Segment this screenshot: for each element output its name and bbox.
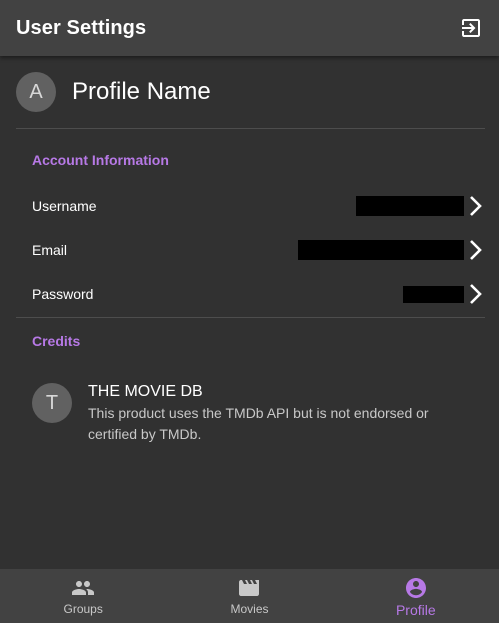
section-divider bbox=[16, 317, 485, 318]
logout-button[interactable] bbox=[451, 8, 491, 48]
credits-header: Credits bbox=[32, 333, 81, 349]
movie-clapper-icon bbox=[239, 580, 260, 596]
nav-item-movies[interactable]: Movies bbox=[166, 569, 332, 623]
profile-header: A Profile Name bbox=[16, 56, 485, 129]
account-information-header: Account Information bbox=[32, 152, 169, 168]
nav-item-profile[interactable]: Profile bbox=[333, 569, 499, 623]
password-row[interactable]: Password bbox=[16, 272, 485, 316]
chevron-right-icon bbox=[465, 238, 485, 262]
app-bar: User Settings bbox=[0, 0, 499, 56]
username-label: Username bbox=[32, 198, 97, 214]
chevron-right-icon bbox=[465, 194, 485, 218]
credit-avatar: T bbox=[32, 383, 72, 423]
nav-item-groups[interactable]: Groups bbox=[0, 569, 166, 623]
bottom-navigation: Groups Movies Profile bbox=[0, 569, 499, 623]
account-circle-icon bbox=[405, 578, 426, 598]
credit-description: This product uses the TMDb API but is no… bbox=[88, 405, 429, 442]
credit-title: THE MOVIE DB bbox=[88, 383, 203, 400]
email-label: Email bbox=[32, 242, 68, 258]
password-label: Password bbox=[32, 286, 94, 302]
avatar: A bbox=[16, 72, 56, 112]
username-redacted-value bbox=[356, 196, 464, 216]
nav-label-groups: Groups bbox=[63, 602, 103, 616]
chevron-right-icon bbox=[465, 282, 485, 306]
nav-label-movies: Movies bbox=[230, 602, 269, 616]
page-title: User Settings bbox=[16, 16, 147, 39]
logout-icon bbox=[462, 19, 480, 37]
password-redacted-value bbox=[403, 285, 464, 303]
credit-item-tmdb: T THE MOVIE DB This product uses the TMD… bbox=[32, 382, 448, 445]
nav-label-profile: Profile bbox=[395, 602, 436, 618]
profile-name: Profile Name bbox=[72, 78, 211, 105]
email-redacted-value bbox=[298, 240, 464, 260]
username-row[interactable]: Username bbox=[16, 184, 485, 228]
groups-icon bbox=[72, 581, 95, 595]
email-row[interactable]: Email bbox=[16, 228, 485, 272]
